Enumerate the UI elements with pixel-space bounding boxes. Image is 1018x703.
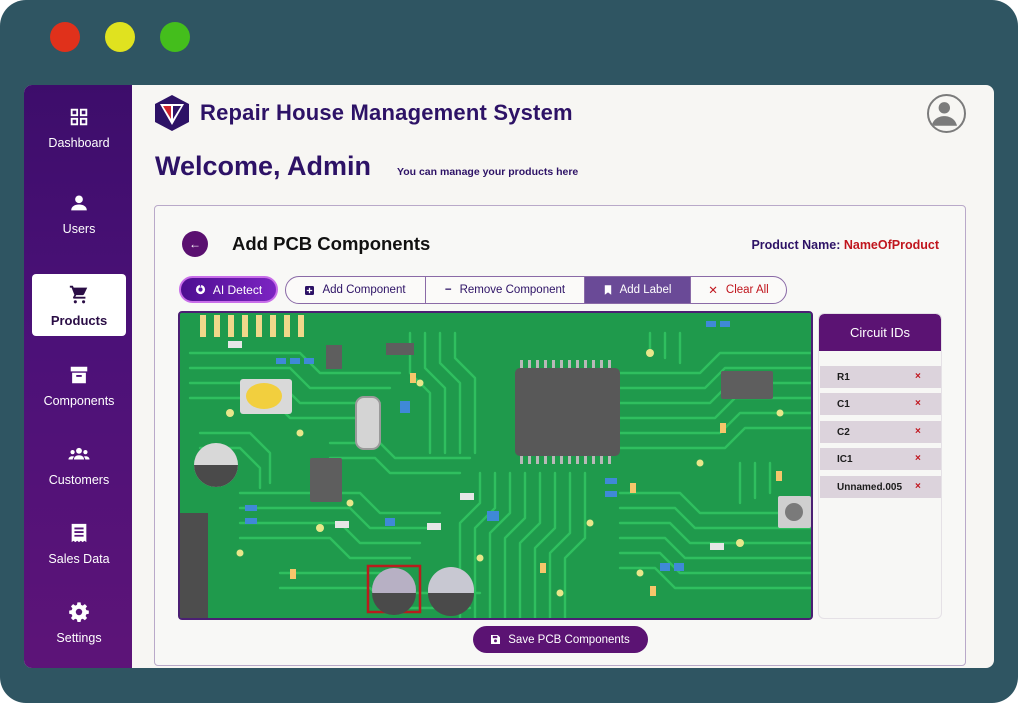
minus-icon: − <box>444 284 452 296</box>
add-label-button[interactable]: Add Label <box>585 277 691 303</box>
pcb-image <box>180 313 811 618</box>
circuit-id-item[interactable]: C1 × <box>820 393 941 415</box>
product-name-label: Product Name: <box>751 238 841 252</box>
remove-circuit-id-icon[interactable]: × <box>915 481 921 492</box>
user-icon <box>71 195 87 211</box>
app-title: Repair House Management System <box>200 100 573 125</box>
maximize-window-button[interactable] <box>160 22 190 52</box>
sidebar-item-customers[interactable]: Customers <box>32 434 126 496</box>
sidebar-item-label: Dashboard <box>48 136 110 150</box>
close-window-button[interactable] <box>50 22 80 52</box>
page-subtitle: You can manage your products here <box>397 166 579 178</box>
page-title: Welcome, Admin <box>155 151 372 181</box>
archive-icon <box>70 366 88 384</box>
circuit-id-item[interactable]: Unnamed.005 × <box>820 476 941 498</box>
circuit-id-item[interactable]: C2 × <box>820 421 941 443</box>
back-button[interactable]: ← <box>182 231 208 257</box>
card-title: Add PCB Components <box>232 233 431 254</box>
cart-icon <box>69 285 88 303</box>
remove-circuit-id-icon[interactable]: × <box>915 371 921 382</box>
sidebar-item-label: Sales Data <box>48 552 110 566</box>
remove-component-label: Remove Component <box>459 284 566 296</box>
circuit-ids-header: Circuit IDs <box>819 314 941 351</box>
sidebar-item-label: Customers <box>48 473 110 487</box>
ai-detect-label: AI Detect <box>212 282 263 297</box>
remove-component-button[interactable]: − Remove Component <box>426 277 585 303</box>
circuit-id-label: IC1 <box>837 453 853 465</box>
bookmark-icon <box>604 285 611 295</box>
arrow-left-icon: ← <box>189 237 201 251</box>
sidebar-item-components[interactable]: Components <box>32 355 126 417</box>
avatar[interactable] <box>927 94 966 133</box>
save-label: Save PCB Components <box>508 633 630 646</box>
ai-detect-button[interactable]: AI Detect <box>179 276 278 303</box>
pcb-editor-card: ← Add PCB Components Product Name: NameO… <box>154 205 966 666</box>
product-name: Product Name: NameOfProduct <box>751 238 939 252</box>
remove-circuit-id-icon[interactable]: × <box>915 453 921 464</box>
circuit-id-item[interactable]: IC1 × <box>820 448 941 470</box>
circuit-ids-panel: Circuit IDs R1 × C1 × C2 × IC1 × Unnamed… <box>818 313 942 619</box>
pcb-canvas[interactable] <box>178 311 813 620</box>
product-name-value: NameOfProduct <box>843 238 939 252</box>
remove-circuit-id-icon[interactable]: × <box>915 426 921 437</box>
circuit-id-item[interactable]: R1 × <box>820 366 941 388</box>
close-icon: ✕ <box>708 285 718 297</box>
save-pcb-components-button[interactable]: Save PCB Components <box>473 626 648 653</box>
save-icon <box>491 635 501 644</box>
sidebar: Dashboard Users Products Components Cust… <box>24 85 132 668</box>
remove-circuit-id-icon[interactable]: × <box>915 398 921 409</box>
minimize-window-button[interactable] <box>105 22 135 52</box>
plus-box-icon <box>305 285 315 295</box>
sidebar-item-label: Products <box>50 312 108 328</box>
sidebar-item-label: Settings <box>56 631 102 645</box>
add-label-label: Add Label <box>619 284 672 296</box>
window-frame: Dashboard Users Products Components Cust… <box>0 0 1018 703</box>
sidebar-item-products[interactable]: Products <box>32 274 126 336</box>
circuit-id-label: C1 <box>837 398 850 410</box>
sidebar-item-users[interactable]: Users <box>32 183 126 245</box>
grid-icon <box>70 108 88 126</box>
component-toolbar: Add Component − Remove Component Add Lab… <box>285 276 787 304</box>
sidebar-item-label: Users <box>62 222 96 236</box>
app-logo <box>155 95 189 131</box>
receipt-icon <box>71 523 87 543</box>
circuit-id-label: R1 <box>837 371 850 383</box>
group-icon <box>68 447 90 460</box>
circuit-id-label: Unnamed.005 <box>837 481 903 493</box>
account-icon <box>931 102 957 126</box>
sidebar-item-label: Components <box>43 394 115 408</box>
circuit-id-label: C2 <box>837 426 850 438</box>
clear-all-button[interactable]: ✕ Clear All <box>691 277 786 303</box>
sidebar-item-sales-data[interactable]: Sales Data <box>32 513 126 575</box>
sidebar-item-dashboard[interactable]: Dashboard <box>32 97 126 159</box>
add-component-label: Add Component <box>322 284 406 296</box>
clear-all-label: Clear All <box>725 284 769 296</box>
sidebar-item-settings[interactable]: Settings <box>32 592 126 654</box>
gear-icon <box>69 602 89 622</box>
add-component-button[interactable]: Add Component <box>286 277 426 303</box>
ai-chip-icon <box>195 284 205 295</box>
app-screen: Dashboard Users Products Components Cust… <box>24 85 994 668</box>
